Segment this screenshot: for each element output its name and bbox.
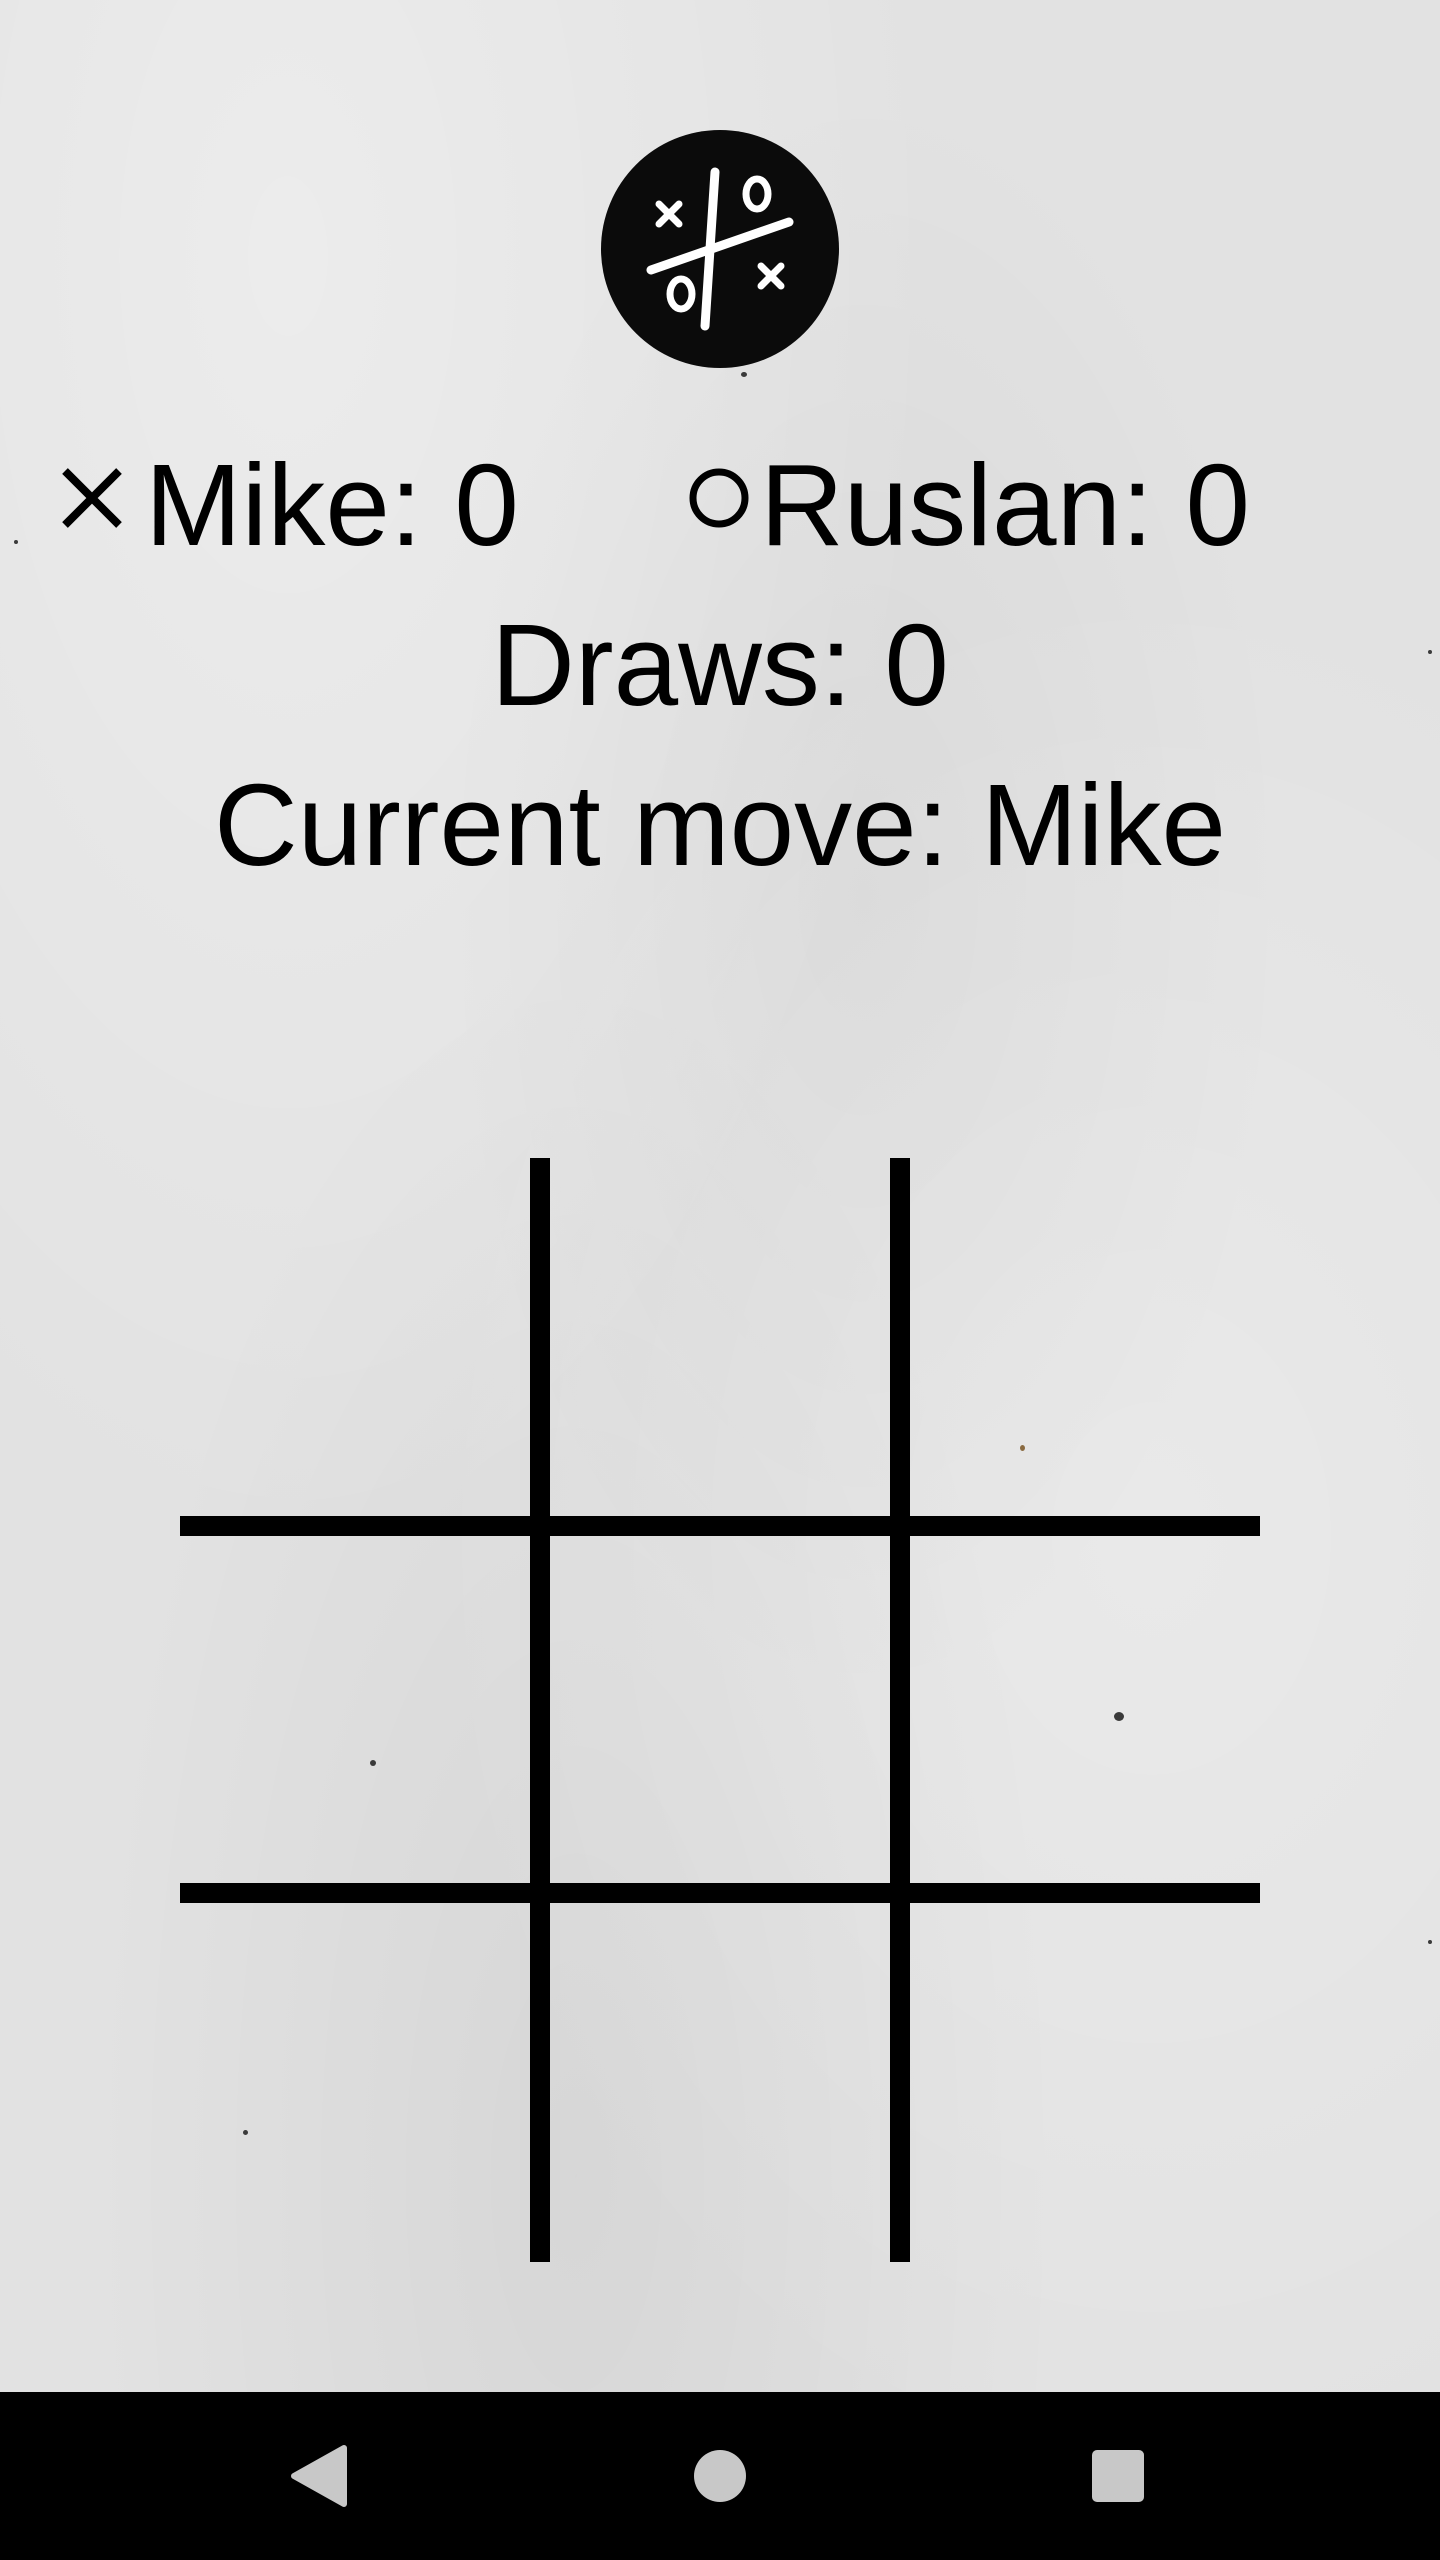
home-button[interactable]: [680, 2436, 760, 2516]
paper-speck: [741, 372, 747, 377]
grid-line-vertical: [890, 1158, 910, 2262]
grid-line-horizontal: [180, 1516, 1260, 1536]
board-cell-5[interactable]: [550, 1538, 890, 1878]
board-cell-9[interactable]: [910, 1908, 1250, 2248]
board-cell-2[interactable]: [550, 1166, 890, 1506]
board-cell-3[interactable]: [910, 1166, 1250, 1506]
board-cell-1[interactable]: [180, 1166, 520, 1506]
board-cell-6[interactable]: [910, 1538, 1250, 1878]
back-button[interactable]: [280, 2436, 360, 2516]
player2-score-label: Ruslan: 0: [760, 440, 1251, 570]
game-board: [180, 1158, 1260, 2262]
home-circle-icon: [694, 2450, 746, 2502]
recent-square-icon: [1092, 2450, 1144, 2502]
cross-icon: [57, 463, 127, 533]
board-cell-7[interactable]: [180, 1908, 520, 2248]
paper-speck: [1428, 1940, 1432, 1944]
back-triangle-icon: [291, 2445, 347, 2507]
grid-line-horizontal: [180, 1883, 1260, 1903]
current-move-status: Current move: Mike: [213, 760, 1227, 890]
paper-speck: [14, 540, 18, 544]
recent-apps-button[interactable]: [1078, 2436, 1158, 2516]
draws-count: Draws: 0: [491, 600, 949, 730]
player2-score: Ruslan: 0: [689, 445, 1250, 565]
circle-icon: [684, 463, 754, 533]
app-logo: [601, 130, 839, 368]
board-cell-4[interactable]: [180, 1538, 520, 1878]
system-navigation-bar: [0, 2392, 1440, 2560]
player1-score: Mike: 0: [62, 445, 519, 565]
grid-line-vertical: [530, 1158, 550, 2262]
player1-score-label: Mike: 0: [145, 440, 519, 570]
board-cell-8[interactable]: [550, 1908, 890, 2248]
tic-tac-toe-logo-icon: [646, 167, 794, 331]
